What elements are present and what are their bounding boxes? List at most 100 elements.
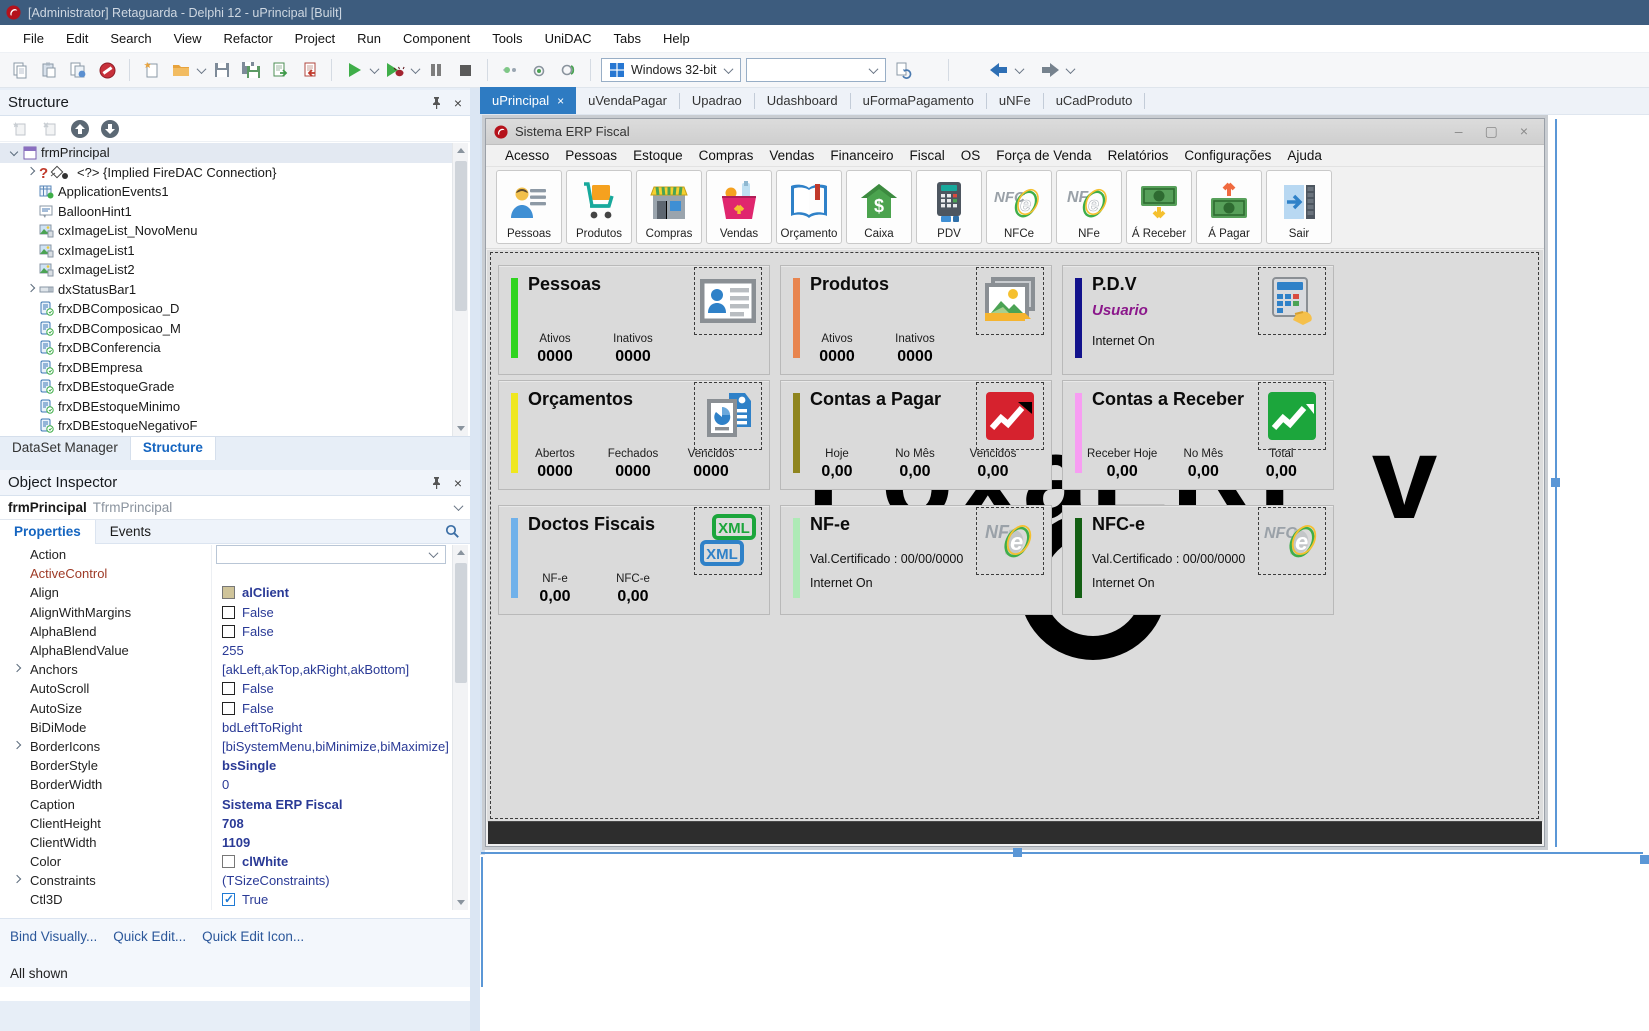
tree-expander[interactable]: [10, 148, 19, 157]
menu-unidac[interactable]: UniDAC: [536, 27, 601, 50]
property-row-borderstyle[interactable]: BorderStylebsSingle: [0, 756, 452, 775]
tree-item-frxdbestoqueminimo[interactable]: frxDBEstoqueMinimo: [0, 397, 452, 417]
editor-tab-uformapagamento[interactable]: uFormaPagamento: [851, 87, 986, 114]
move-up-icon[interactable]: [68, 117, 92, 141]
new-file-icon[interactable]: [140, 58, 164, 82]
property-checkbox[interactable]: [222, 606, 235, 619]
card-icon-box[interactable]: [981, 272, 1039, 330]
file-export-icon[interactable]: [268, 58, 292, 82]
tree-item-dxstatusbar1[interactable]: dxStatusBar1: [0, 280, 452, 300]
dock-splitter[interactable]: [470, 88, 480, 1031]
copy-icon[interactable]: [8, 58, 32, 82]
form-menu-configura-es[interactable]: Configurações: [1177, 146, 1278, 165]
tree-item-cximagelist2[interactable]: cxImageList2: [0, 260, 452, 280]
card-pessoas[interactable]: PessoasAtivos0000Inativos0000: [498, 265, 770, 375]
card-icon-box[interactable]: [981, 387, 1039, 445]
form-toolbar-button-receber[interactable]: Á Receber: [1126, 170, 1192, 244]
form-toolbar-button-pessoas[interactable]: Pessoas: [496, 170, 562, 244]
link-quick-edit[interactable]: Quick Edit...: [113, 929, 186, 944]
form-menu-compras[interactable]: Compras: [692, 146, 761, 165]
dock-tab-structure[interactable]: Structure: [131, 437, 216, 460]
property-row-bidimode[interactable]: BiDiModebdLeftToRight: [0, 718, 452, 737]
form-menu-estoque[interactable]: Estoque: [626, 146, 690, 165]
property-value[interactable]: 1109: [212, 833, 452, 852]
link-bind-visually[interactable]: Bind Visually...: [10, 929, 97, 944]
designer-guide-horizontal[interactable]: [481, 852, 1643, 854]
property-expander[interactable]: [12, 742, 21, 751]
property-row-ctl3d[interactable]: Ctl3DTrue: [0, 890, 452, 909]
delete-item-icon[interactable]: [38, 117, 62, 141]
tree-expander[interactable]: [26, 168, 35, 177]
inspector-tab-properties[interactable]: Properties: [0, 520, 96, 544]
save-icon[interactable]: [210, 58, 234, 82]
property-row-clientheight[interactable]: ClientHeight708: [0, 814, 452, 833]
form-toolbar-button-produtos[interactable]: Produtos: [566, 170, 632, 244]
property-expander[interactable]: [12, 876, 21, 885]
editor-tab-uvendapagar[interactable]: uVendaPagar: [576, 87, 679, 114]
property-row-bordericons[interactable]: BorderIcons[biSystemMenu,biMinimize,biMa…: [0, 737, 452, 756]
property-row-clientwidth[interactable]: ClientWidth1109: [0, 833, 452, 852]
designer-guide-handle[interactable]: [1013, 848, 1022, 857]
search-icon[interactable]: [445, 524, 460, 539]
forward-dropdown-chevron[interactable]: [1066, 64, 1076, 74]
property-row-borderwidth[interactable]: BorderWidth0: [0, 775, 452, 794]
run-dropdown-chevron[interactable]: [370, 64, 380, 74]
open-folder-icon[interactable]: [169, 58, 193, 82]
run-debug-icon[interactable]: [383, 58, 407, 82]
step-over-icon[interactable]: [527, 58, 551, 82]
save-all-icon[interactable]: [239, 58, 263, 82]
inspector-tab-events[interactable]: Events: [96, 520, 165, 544]
card-contas-a-receber[interactable]: Contas a ReceberReceber Hoje0,00No Mês0,…: [1062, 380, 1334, 490]
property-row-caption[interactable]: CaptionSistema ERP Fiscal: [0, 794, 452, 813]
property-row-constraints[interactable]: Constraints(TSizeConstraints): [0, 871, 452, 890]
tree-item-cximagelist-novomenu[interactable]: cxImageList_NovoMenu: [0, 221, 452, 241]
property-row-alphablend[interactable]: AlphaBlendFalse: [0, 622, 452, 641]
menu-refactor[interactable]: Refactor: [215, 27, 282, 50]
tree-item-applicationevents1[interactable]: ApplicationEvents1: [0, 182, 452, 202]
inspector-scrollbar[interactable]: [452, 545, 468, 910]
property-row-color[interactable]: ColorclWhite: [0, 852, 452, 871]
tree-item-balloonhint1[interactable]: BalloonHint1: [0, 202, 452, 222]
menu-component[interactable]: Component: [394, 27, 479, 50]
form-toolbar-button-sair[interactable]: Sair: [1266, 170, 1332, 244]
property-row-alphablendvalue[interactable]: AlphaBlendValue255: [0, 641, 452, 660]
property-value[interactable]: [212, 564, 452, 583]
menu-tabs[interactable]: Tabs: [605, 27, 650, 50]
file-import-icon[interactable]: [297, 58, 321, 82]
tree-item-frmprincipal[interactable]: frmPrincipal: [0, 143, 452, 163]
form-dashboard[interactable]: FoxaERP v PessoasAtivos0000Inativos0000P…: [487, 250, 1543, 822]
menu-edit[interactable]: Edit: [57, 27, 97, 50]
form-menu-relat-rios[interactable]: Relatórios: [1101, 146, 1176, 165]
open-dropdown-chevron[interactable]: [197, 64, 207, 74]
card-produtos[interactable]: ProdutosAtivos0000Inativos0000: [780, 265, 1052, 375]
tree-item-frxdbcomposicao-d[interactable]: frxDBComposicao_D: [0, 299, 452, 319]
editor-tab-udashboard[interactable]: Udashboard: [755, 87, 850, 114]
card-icon-box[interactable]: XMLXML: [699, 512, 757, 570]
move-down-icon[interactable]: [98, 117, 122, 141]
form-menu-pessoas[interactable]: Pessoas: [558, 146, 624, 165]
property-row-autoscroll[interactable]: AutoScrollFalse: [0, 679, 452, 698]
card-icon-box[interactable]: NFCe: [1263, 512, 1321, 570]
stop-icon[interactable]: [453, 58, 477, 82]
card-p-d-v[interactable]: P.D.VUsuarioInternet On: [1062, 265, 1334, 375]
property-value[interactable]: True: [212, 890, 452, 909]
form-toolbar-button-vendas[interactable]: Vendas: [706, 170, 772, 244]
form-minimize-button[interactable]: –: [1455, 123, 1463, 140]
property-value[interactable]: 0: [212, 775, 452, 794]
back-dropdown-chevron[interactable]: [1015, 64, 1025, 74]
card-icon-box[interactable]: [1263, 387, 1321, 445]
navigate-forward-icon[interactable]: [1038, 58, 1062, 82]
property-expander[interactable]: [12, 665, 21, 674]
card-icon-box[interactable]: [1263, 272, 1321, 330]
form-toolbar-button-caixa[interactable]: $Caixa: [846, 170, 912, 244]
property-value[interactable]: (TSizeConstraints): [212, 871, 452, 890]
property-value[interactable]: bsSingle: [212, 756, 452, 775]
form-toolbar-button-nfe[interactable]: NFeNFe: [1056, 170, 1122, 244]
new-item-icon[interactable]: [8, 117, 32, 141]
property-value[interactable]: [biSystemMenu,biMinimize,biMaximize]: [212, 737, 452, 756]
link-quick-edit-icon[interactable]: Quick Edit Icon...: [202, 929, 304, 944]
run-to-cursor-icon[interactable]: [556, 58, 580, 82]
property-value[interactable]: 255: [212, 641, 452, 660]
menu-view[interactable]: View: [165, 27, 211, 50]
card-icon-box[interactable]: [699, 272, 757, 330]
